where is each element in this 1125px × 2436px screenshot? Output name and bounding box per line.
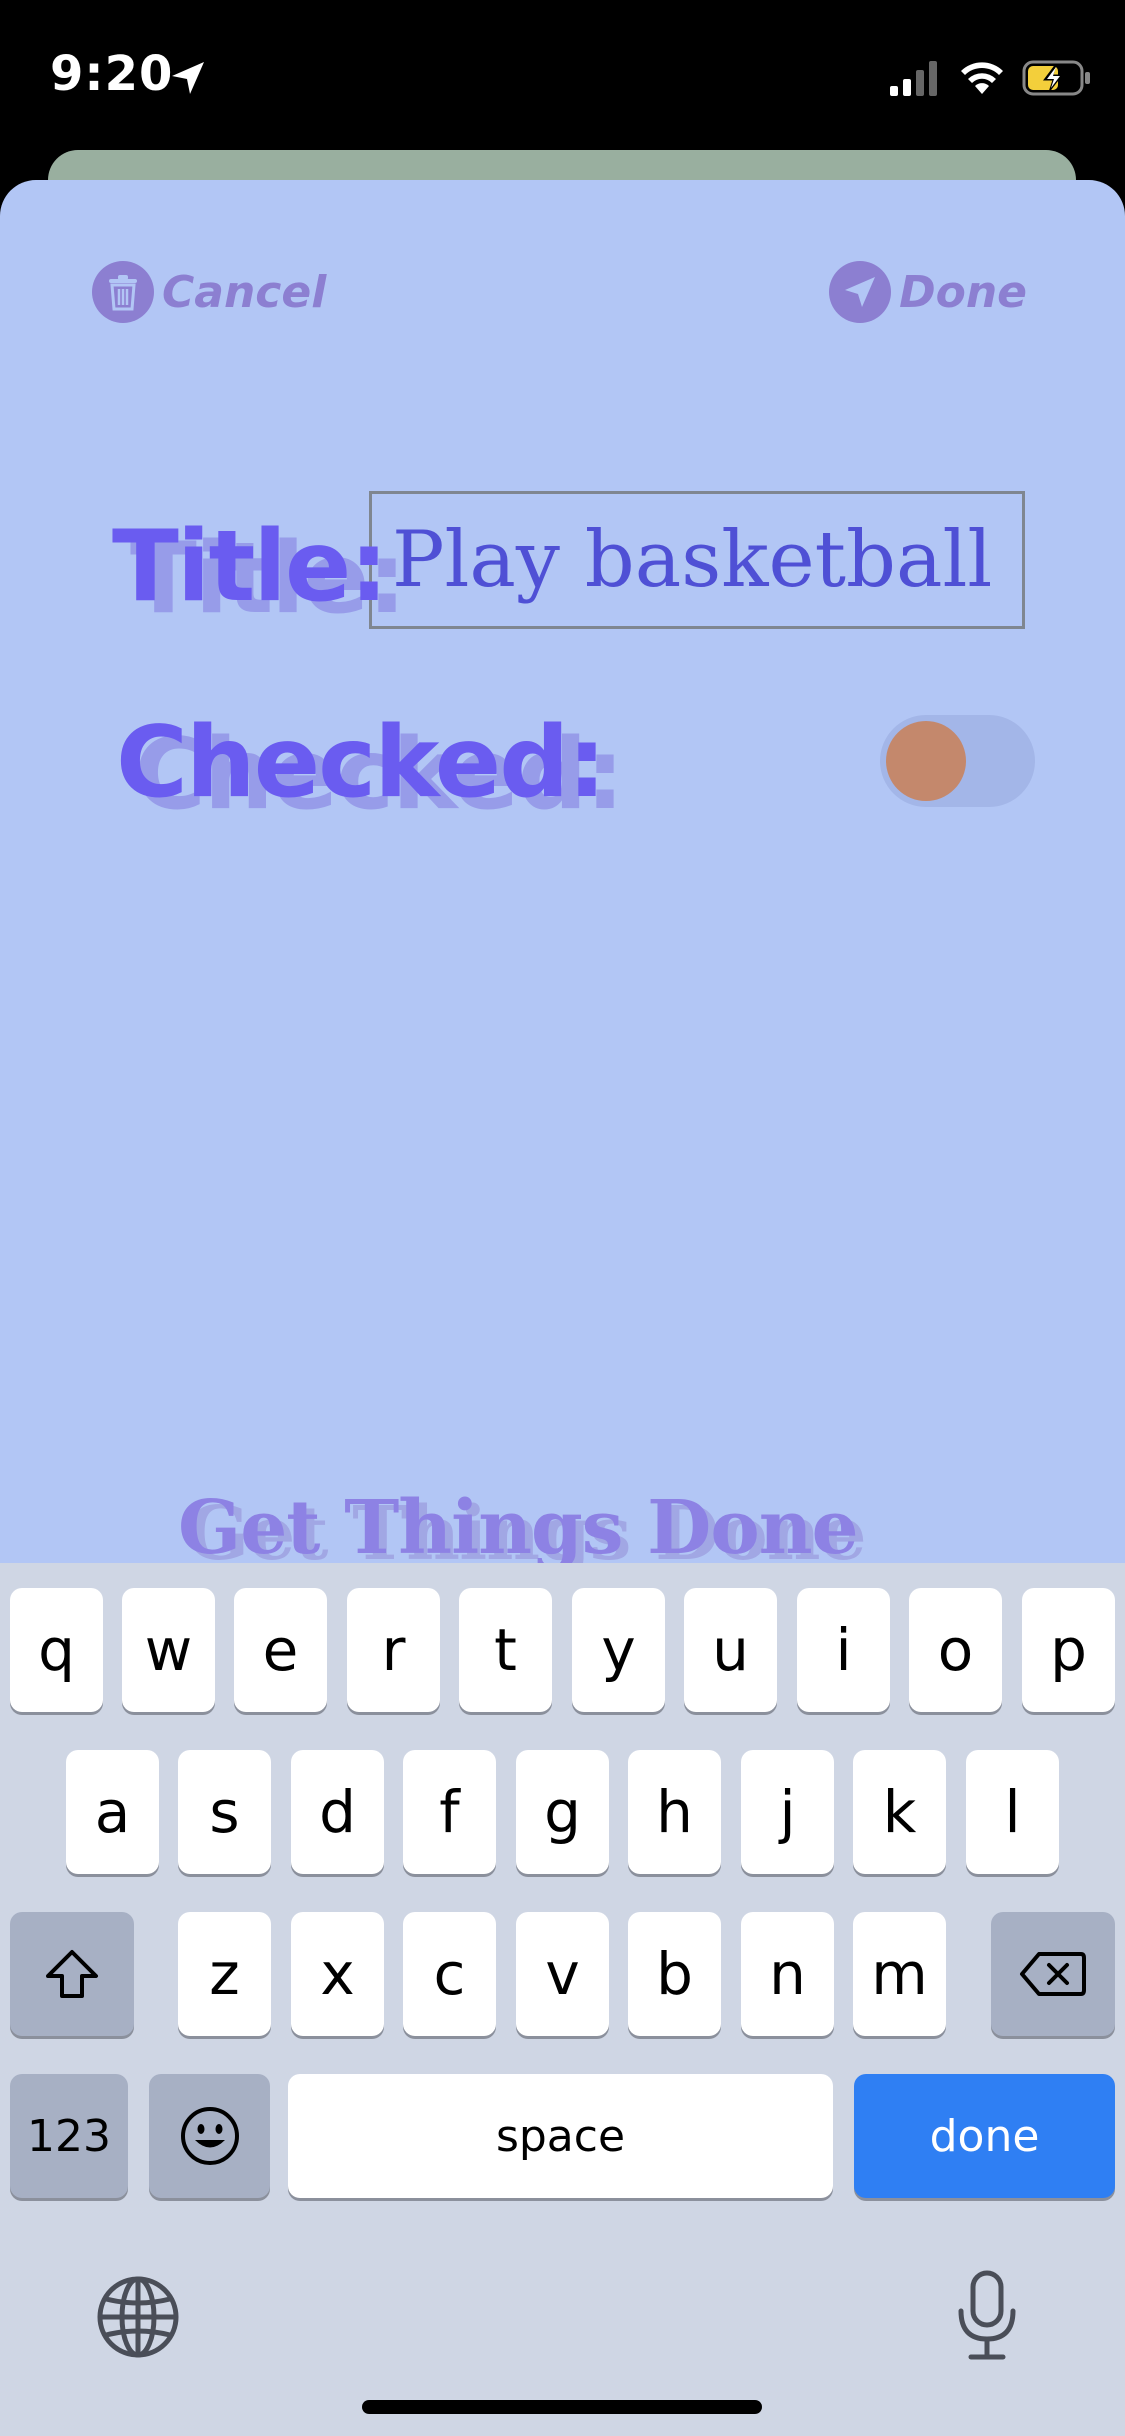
toggle-knob (886, 721, 966, 801)
key-l[interactable]: l (966, 1750, 1059, 1874)
key-r[interactable]: r (347, 1588, 440, 1712)
key-n[interactable]: n (741, 1912, 834, 2036)
key-p[interactable]: p (1022, 1588, 1115, 1712)
key-d[interactable]: d (291, 1750, 384, 1874)
key-u[interactable]: u (684, 1588, 777, 1712)
location-arrow-icon (172, 62, 204, 94)
cancel-button[interactable]: Cancel (92, 260, 326, 324)
key-j[interactable]: j (741, 1750, 834, 1874)
key-b[interactable]: b (628, 1912, 721, 2036)
checked-label: Checked: Checked: (116, 706, 625, 832)
key-e[interactable]: e (234, 1588, 327, 1712)
key-k[interactable]: k (853, 1750, 946, 1874)
cancel-label: Cancel (162, 266, 327, 318)
backspace-key[interactable] (991, 1912, 1115, 2036)
key-t[interactable]: t (459, 1588, 552, 1712)
key-z[interactable]: z (178, 1912, 271, 2036)
key-s[interactable]: s (178, 1750, 271, 1874)
emoji-icon (180, 2107, 239, 2165)
status-time: 9:20 (50, 46, 174, 102)
app-title-text: Get Things Done (178, 1485, 859, 1571)
title-label-text: Title: (112, 510, 389, 624)
globe-icon[interactable] (96, 2275, 180, 2359)
emoji-key[interactable] (149, 2074, 270, 2198)
checked-toggle[interactable] (880, 715, 1035, 807)
key-c[interactable]: c (403, 1912, 496, 2036)
wifi-icon (961, 62, 1003, 94)
send-icon (829, 261, 892, 323)
done-label: Done (899, 266, 1027, 318)
app-title: Get Things Done Get Things Done (178, 1485, 867, 1577)
checked-label-text: Checked: (116, 706, 607, 820)
backspace-icon (1020, 1952, 1086, 1996)
done-button[interactable]: Done (829, 260, 1027, 324)
title-input[interactable] (369, 491, 1025, 629)
key-w[interactable]: w (122, 1588, 215, 1712)
cellular-signal-icon (890, 61, 937, 96)
key-h[interactable]: h (628, 1750, 721, 1874)
key-y[interactable]: y (572, 1588, 665, 1712)
numbers-key[interactable]: 123 (10, 2074, 128, 2198)
battery-charging-icon (1022, 60, 1090, 96)
key-q[interactable]: q (10, 1588, 103, 1712)
key-g[interactable]: g (516, 1750, 609, 1874)
keyboard: q w e r t y u i o p a s d f g h j k l z … (0, 1563, 1125, 2436)
key-a[interactable]: a (66, 1750, 159, 1874)
home-indicator[interactable] (362, 2400, 762, 2414)
status-bar: 9:20 (0, 0, 1125, 150)
key-v[interactable]: v (516, 1912, 609, 2036)
key-f[interactable]: f (403, 1750, 496, 1874)
key-i[interactable]: i (797, 1588, 890, 1712)
microphone-icon[interactable] (955, 2269, 1019, 2363)
done-key[interactable]: done (854, 2074, 1115, 2198)
title-label: Title: Title: (112, 510, 407, 636)
space-key[interactable]: space (288, 2074, 833, 2198)
shift-key[interactable] (10, 1912, 134, 2036)
key-x[interactable]: x (291, 1912, 384, 2036)
key-o[interactable]: o (909, 1588, 1002, 1712)
shift-icon (46, 1950, 98, 1998)
trash-icon (92, 261, 154, 323)
key-m[interactable]: m (853, 1912, 946, 2036)
